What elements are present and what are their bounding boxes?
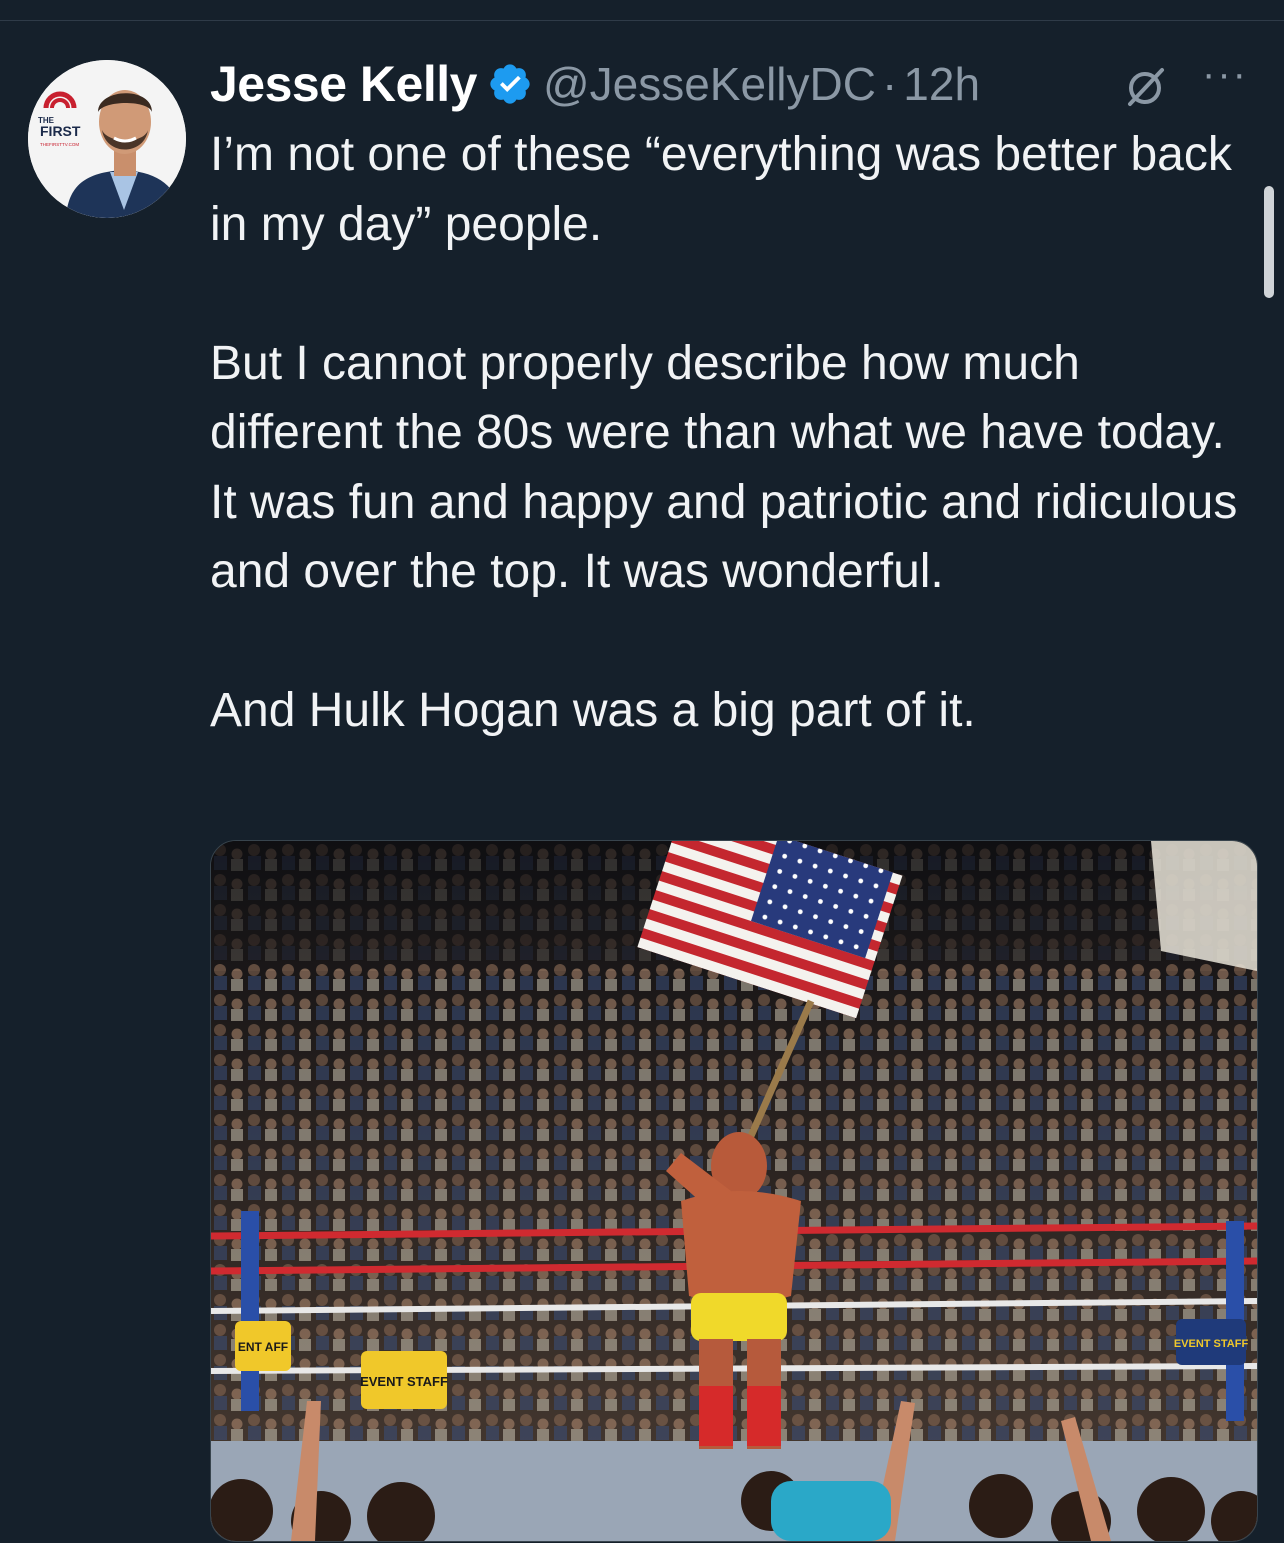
tweet-text: I’m not one of these “everything was bet…	[210, 120, 1260, 746]
top-divider	[0, 20, 1284, 21]
avatar-image: THE FIRST THEFIRSTTV.COM	[28, 60, 186, 218]
tweet-paragraph: I’m not one of these “everything was bet…	[210, 128, 1232, 251]
logo-url: THEFIRSTTV.COM	[40, 142, 79, 147]
event-staff-sign-right: EVENT STAFF	[1174, 1338, 1249, 1350]
tweet-paragraph: And Hulk Hogan was a big part of it.	[210, 684, 976, 737]
scrollbar-thumb[interactable]	[1264, 186, 1274, 298]
author-name[interactable]: Jesse Kelly	[210, 55, 477, 113]
avatar[interactable]: THE FIRST THEFIRSTTV.COM	[28, 60, 186, 218]
more-options-button[interactable]: ···	[1202, 52, 1248, 97]
author-handle[interactable]: @JesseKellyDC	[543, 57, 876, 111]
wrestling-photo: EVENT STAFF ENT AFF EVENT STAFF	[211, 841, 1257, 1541]
grok-icon[interactable]	[1122, 62, 1170, 110]
tweet-paragraph: But I cannot properly describe how much …	[210, 336, 1238, 599]
verified-badge-icon	[487, 61, 533, 107]
separator-dot: ·	[881, 58, 898, 110]
tweet-header: Jesse Kelly @JesseKellyDC · 12h ···	[210, 52, 1270, 116]
timestamp[interactable]: 12h	[903, 57, 980, 111]
event-staff-sign-partial: ENT AFF	[238, 1340, 288, 1354]
event-staff-sign-left: EVENT STAFF	[360, 1374, 448, 1389]
tweet-photo[interactable]: EVENT STAFF ENT AFF EVENT STAFF	[210, 840, 1258, 1542]
logo-first: FIRST	[40, 123, 81, 139]
